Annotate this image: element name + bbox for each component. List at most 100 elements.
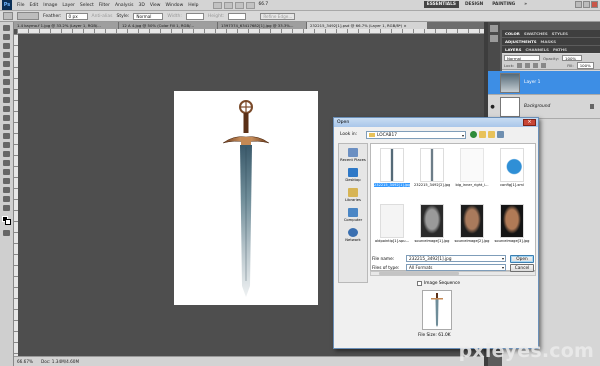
tab-color[interactable]: COLOR <box>505 31 520 36</box>
back-icon[interactable] <box>470 131 477 138</box>
files-of-type-select[interactable]: All Formats ▾ <box>406 264 506 271</box>
file-item[interactable]: sourceimage[1].jpg <box>414 204 450 254</box>
place-desktop[interactable]: Desktop <box>345 168 361 182</box>
menu-window[interactable]: Window <box>166 3 184 8</box>
brush-tool-icon[interactable] <box>3 88 10 94</box>
document-tab-active[interactable]: 232215_3492[1].psd @ 66.7% (Layer 1, RGB… <box>307 22 427 29</box>
tab-layers[interactable]: LAYERS <box>505 47 521 52</box>
close-window-icon[interactable] <box>591 1 598 8</box>
layer-name[interactable]: Layer 1 <box>524 80 540 85</box>
crop-tool-icon[interactable] <box>3 61 10 67</box>
menu-view[interactable]: View <box>150 3 161 8</box>
image-sequence-checkbox[interactable] <box>417 281 422 286</box>
dodge-tool-icon[interactable] <box>3 142 10 148</box>
open-button[interactable]: Open <box>510 255 534 263</box>
eye-icon[interactable]: ● <box>488 95 497 118</box>
menu-file[interactable]: File <box>17 3 25 8</box>
antialias-checkbox-label[interactable]: Anti-alias <box>92 14 113 19</box>
tab-swatches[interactable]: SWATCHES <box>524 31 548 36</box>
background-color-swatch[interactable] <box>5 219 11 225</box>
quick-mask-icon[interactable] <box>3 230 10 236</box>
lasso-tool-icon[interactable] <box>3 43 10 49</box>
height-input[interactable] <box>228 12 247 20</box>
file-item[interactable]: 232215_3492[1].jpg <box>374 148 410 198</box>
workspace-painting[interactable]: PAINTING <box>489 1 518 8</box>
blend-mode-select[interactable]: Normal <box>504 55 540 61</box>
tab-masks[interactable]: MASKS <box>541 39 557 44</box>
opacity-input[interactable]: 100% <box>562 55 582 61</box>
refine-edge-button[interactable]: Refine Edge... <box>260 12 296 20</box>
document-tab[interactable]: 1397374_63417682[1].jpg @ 33.3%... <box>218 22 306 29</box>
eye-icon[interactable] <box>488 71 497 94</box>
healing-tool-icon[interactable] <box>3 79 10 85</box>
close-icon[interactable]: × <box>523 119 536 126</box>
tab-adjustments[interactable]: ADJUSTMENTS <box>505 39 537 44</box>
tab-styles[interactable]: STYLES <box>552 31 568 36</box>
menu-analysis[interactable]: Analysis <box>115 3 134 8</box>
file-name-input[interactable]: 232215_3492[1].jpg ▾ <box>406 255 506 262</box>
menu-layer[interactable]: Layer <box>62 3 75 8</box>
shape-tool-icon[interactable] <box>3 178 10 184</box>
menu-image[interactable]: Image <box>43 3 57 8</box>
eraser-tool-icon[interactable] <box>3 115 10 121</box>
lock-pixels-icon[interactable] <box>525 63 531 68</box>
style-select[interactable]: Normal <box>133 12 164 20</box>
document-canvas[interactable] <box>174 91 318 305</box>
tab-channels[interactable]: CHANNELS <box>525 47 549 52</box>
workspace-essentials[interactable]: ESSENTIALS <box>423 1 459 8</box>
marquee-tool-preset-icon[interactable] <box>3 12 13 20</box>
blur-tool-icon[interactable] <box>3 133 10 139</box>
workspace-more[interactable]: » <box>521 1 530 8</box>
place-network[interactable]: Network <box>345 228 361 242</box>
history-panel-icon[interactable] <box>490 25 498 32</box>
actions-panel-icon[interactable] <box>490 35 498 42</box>
document-tab[interactable]: 1.4 kaymo.f 1.jpg @ 33.2% (Layer 1, RGB/… <box>14 22 118 29</box>
layer-row[interactable]: ● Background <box>488 95 600 119</box>
color-swatches[interactable] <box>2 216 11 225</box>
layer-name[interactable]: Background <box>524 104 550 109</box>
menu-help[interactable]: Help <box>188 3 198 8</box>
history-brush-tool-icon[interactable] <box>3 106 10 112</box>
up-folder-icon[interactable] <box>479 131 486 138</box>
place-recent[interactable]: Recent Places <box>340 148 366 162</box>
place-libraries[interactable]: Libraries <box>345 188 361 202</box>
maximize-icon[interactable] <box>583 1 590 8</box>
marquee-tool-icon[interactable] <box>3 34 10 40</box>
tab-paths[interactable]: PATHS <box>553 47 567 52</box>
view-menu-icon[interactable] <box>497 131 504 138</box>
file-item[interactable]: config[1].xml <box>494 148 530 198</box>
dialog-title-bar[interactable]: Open <box>334 118 538 127</box>
image-sequence-option[interactable]: Image Sequence <box>417 281 460 286</box>
gradient-tool-icon[interactable] <box>3 124 10 130</box>
file-item[interactable]: 232215_3492[2].jpg <box>414 148 450 198</box>
zoom-level[interactable]: 66.7 <box>259 2 269 9</box>
file-item[interactable]: sourceimage[2].jpg <box>454 204 490 254</box>
arrange-icon[interactable] <box>234 1 244 9</box>
type-tool-icon[interactable] <box>3 160 10 166</box>
feather-input[interactable]: 0 px <box>65 12 88 20</box>
zoom-tool-icon[interactable] <box>3 205 10 211</box>
fill-input[interactable]: 100% <box>576 62 594 69</box>
screen-mode-icon[interactable] <box>245 1 255 9</box>
3d-rotate-tool-icon[interactable] <box>3 187 10 193</box>
clone-stamp-tool-icon[interactable] <box>3 97 10 103</box>
minimize-icon[interactable] <box>575 1 582 8</box>
eyedropper-tool-icon[interactable] <box>3 70 10 76</box>
bridge-icon[interactable] <box>212 1 222 9</box>
selection-mode-icon[interactable] <box>17 12 39 20</box>
cancel-button[interactable]: Cancel <box>510 264 534 272</box>
pen-tool-icon[interactable] <box>3 151 10 157</box>
document-tab[interactable]: 12 A 4.jpg @ 50% (Color Fill 1, RGB/... <box>119 22 217 29</box>
menu-3d[interactable]: 3D <box>138 3 144 8</box>
path-select-tool-icon[interactable] <box>3 169 10 175</box>
menu-select[interactable]: Select <box>80 3 94 8</box>
place-computer[interactable]: Computer <box>344 208 362 222</box>
scroll-thumb[interactable] <box>379 272 459 275</box>
status-zoom[interactable]: 66.67% <box>17 359 33 364</box>
layer-row-selected[interactable]: Layer 1 <box>488 71 600 95</box>
lock-all-icon[interactable] <box>541 63 547 68</box>
new-folder-icon[interactable] <box>488 131 495 138</box>
menu-edit[interactable]: Edit <box>30 3 39 8</box>
quick-select-tool-icon[interactable] <box>3 52 10 58</box>
file-item[interactable]: big_inner_right_i... <box>454 148 490 198</box>
